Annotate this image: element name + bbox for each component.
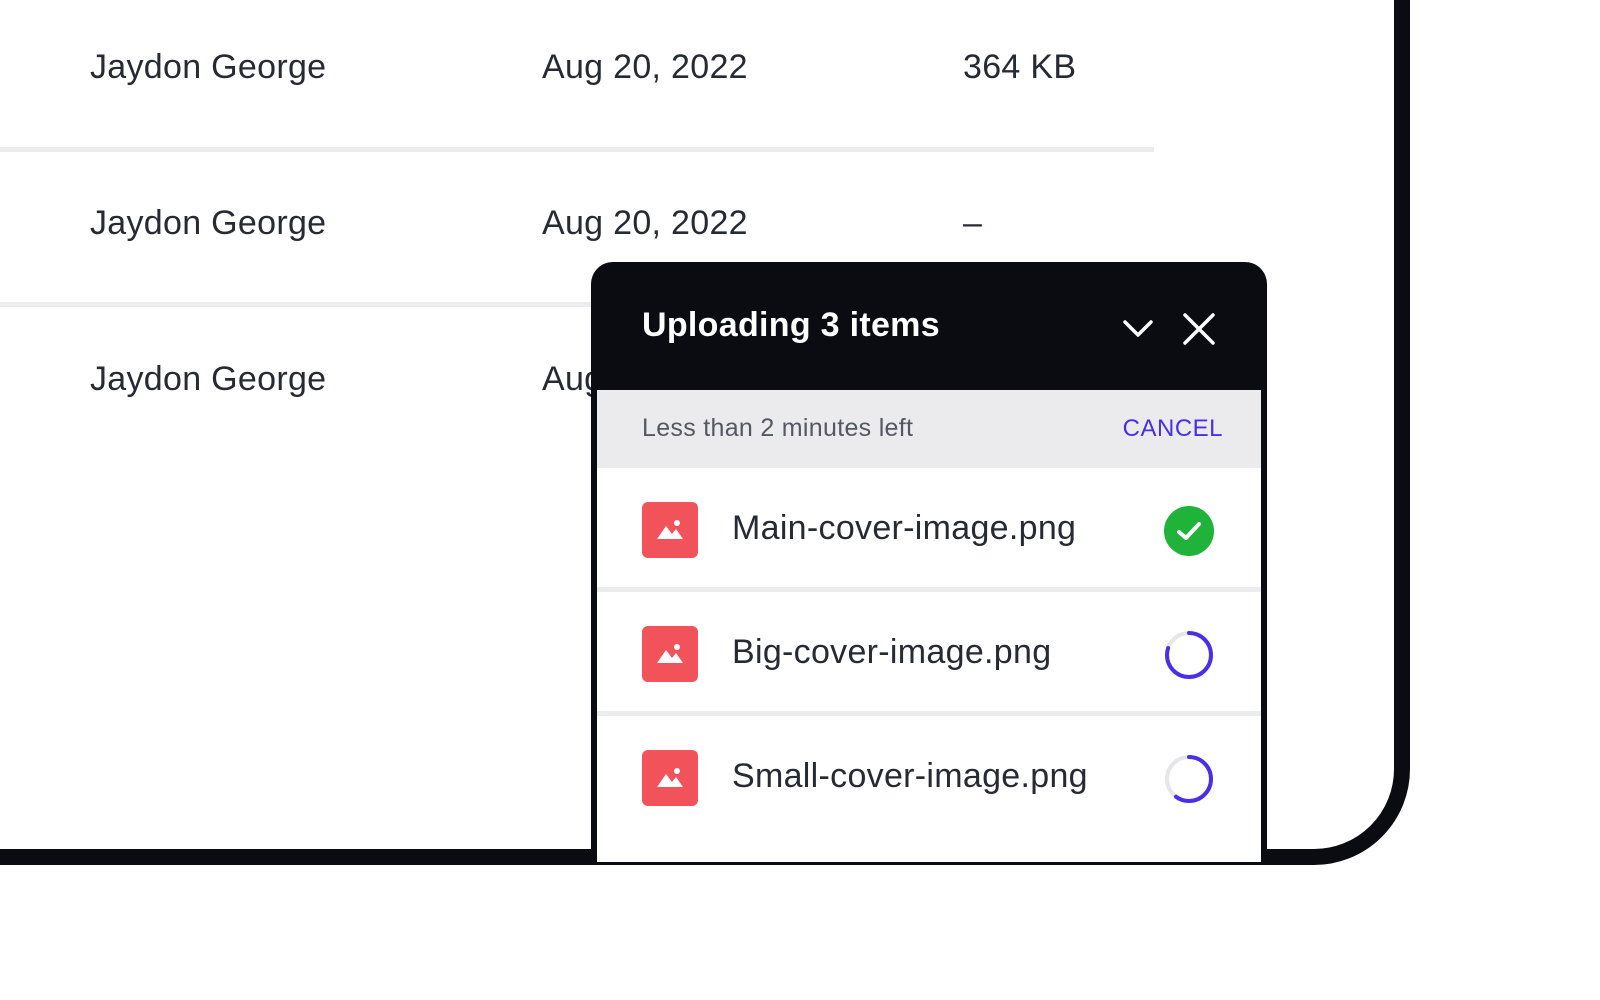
upload-panel-title: Uploading 3 items [642, 306, 940, 344]
upload-panel-body: Less than 2 minutes left CANCEL Main-cov… [597, 390, 1261, 862]
file-name: Big-cover-image.png [732, 633, 1052, 671]
size-cell: 364 KB [963, 48, 1077, 86]
image-icon [642, 750, 698, 806]
close-icon[interactable] [1178, 308, 1220, 350]
upload-status-bar: Less than 2 minutes left CANCEL [597, 390, 1261, 468]
upload-panel-header: Uploading 3 items [597, 262, 1261, 390]
table-row[interactable]: Jaydon George Aug 20, 2022 – [0, 204, 1176, 244]
upload-panel: Uploading 3 items Less than 2 minutes le… [591, 262, 1267, 862]
owner-cell: Jaydon George [90, 360, 327, 398]
date-cell: Aug 20, 2022 [542, 204, 748, 242]
date-cell: Aug 20, 2022 [542, 48, 748, 86]
size-cell: – [963, 204, 983, 242]
image-icon [642, 502, 698, 558]
upload-file-item[interactable]: Main-cover-image.png [597, 468, 1261, 592]
progress-ring-icon [1163, 753, 1215, 805]
file-name: Main-cover-image.png [732, 509, 1077, 547]
progress-ring-icon [1163, 629, 1215, 681]
table-row[interactable]: Jaydon George Aug 20, 2022 364 KB [0, 48, 1176, 88]
owner-cell: Jaydon George [90, 204, 327, 242]
chevron-down-icon[interactable] [1117, 308, 1159, 350]
upload-file-item[interactable]: Small-cover-image.png [597, 716, 1261, 840]
image-icon [642, 626, 698, 682]
check-circle-icon [1163, 505, 1215, 557]
row-divider [0, 147, 1154, 152]
cancel-button[interactable]: CANCEL [1123, 415, 1223, 443]
time-remaining-text: Less than 2 minutes left [642, 414, 914, 442]
file-name: Small-cover-image.png [732, 757, 1088, 795]
upload-file-item[interactable]: Big-cover-image.png [597, 592, 1261, 716]
owner-cell: Jaydon George [90, 48, 327, 86]
